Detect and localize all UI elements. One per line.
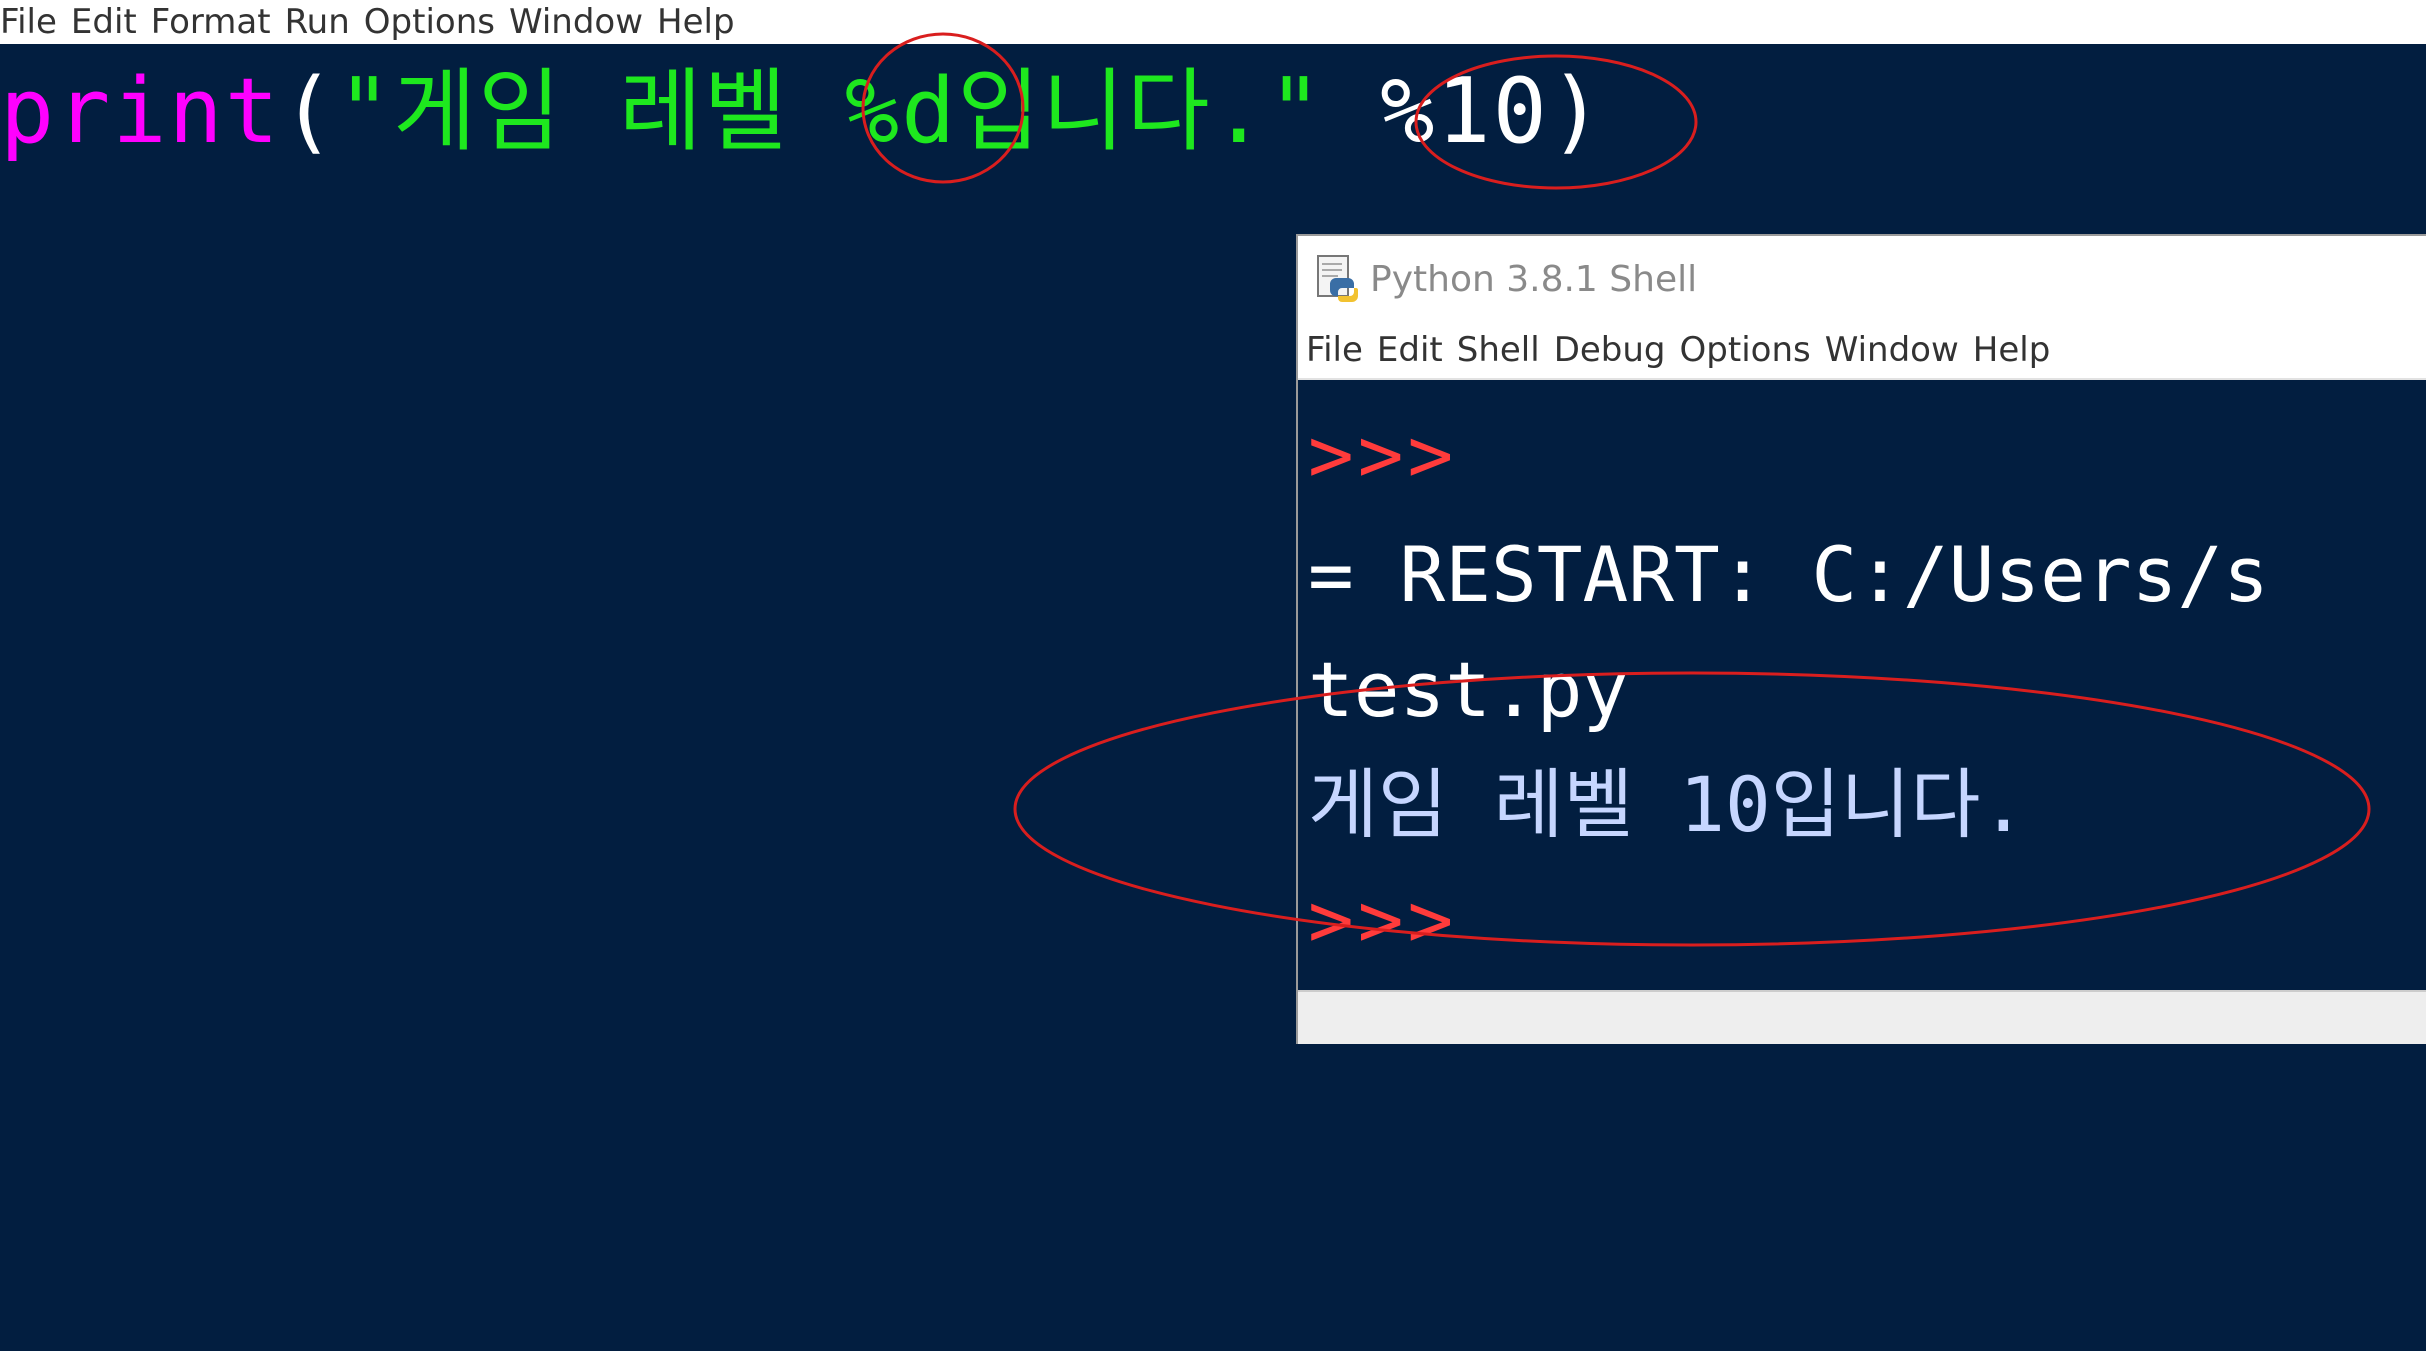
code-format-operator: %10: [1380, 59, 1549, 164]
shell-menu-file[interactable]: File: [1306, 328, 1363, 372]
shell-menu-options[interactable]: Options: [1680, 328, 1811, 372]
editor-menu-options[interactable]: Options: [364, 0, 495, 44]
editor-menu-help[interactable]: Help: [657, 0, 735, 44]
shell-statusbar: [1298, 990, 2426, 1044]
shell-output-area[interactable]: >>> = RESTART: C:/Users/s test.py 게임 레벨 …: [1298, 380, 2426, 984]
code-string-literal: "게임 레벨 %d입니다.": [337, 59, 1325, 164]
shell-menubar: File Edit Shell Debug Options Window Hel…: [1298, 322, 2426, 380]
shell-menu-debug[interactable]: Debug: [1554, 328, 1666, 372]
python-shell-window[interactable]: Python 3.8.1 Shell File Edit Shell Debug…: [1296, 234, 2426, 1044]
python-idle-icon: [1316, 254, 1360, 304]
shell-menu-window[interactable]: Window: [1825, 328, 1959, 372]
shell-filename-line: test.py: [1308, 645, 1629, 734]
shell-menu-help[interactable]: Help: [1973, 328, 2051, 372]
editor-menu-run[interactable]: Run: [285, 0, 350, 44]
shell-prompt-1: >>>: [1308, 410, 1458, 499]
shell-title: Python 3.8.1 Shell: [1370, 258, 1698, 300]
shell-restart-line: = RESTART: C:/Users/s: [1308, 530, 2269, 619]
shell-titlebar[interactable]: Python 3.8.1 Shell: [1298, 236, 2426, 322]
code-builtin-print: print: [0, 59, 281, 164]
shell-menu-shell[interactable]: Shell: [1457, 328, 1540, 372]
code-open-paren: (: [280, 59, 338, 164]
code-close-paren: ): [1548, 59, 1605, 164]
screen: File Edit Format Run Options Window Help…: [0, 0, 2426, 1351]
editor-menu-window[interactable]: Window: [509, 0, 643, 44]
editor-menu-file[interactable]: File: [0, 0, 57, 44]
shell-program-output: 게임 레벨 10입니다.: [1308, 760, 2027, 849]
editor-menu-edit[interactable]: Edit: [71, 0, 137, 44]
editor-menu-format[interactable]: Format: [151, 0, 271, 44]
editor-menubar: File Edit Format Run Options Window Help: [0, 0, 2426, 44]
shell-prompt-2: >>>: [1308, 875, 1458, 964]
shell-menu-edit[interactable]: Edit: [1377, 328, 1443, 372]
editor-code-line[interactable]: print("게임 레벨 %d입니다." %10): [0, 52, 1605, 172]
